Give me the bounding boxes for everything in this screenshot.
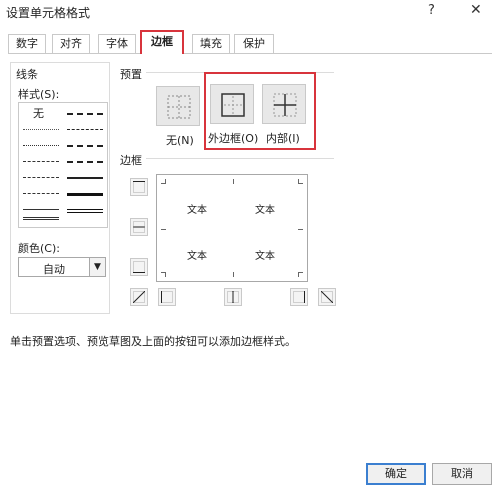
border-right-button[interactable] <box>290 288 308 306</box>
tab-strip: 数字 对齐 字体 边框 填充 保护 <box>8 30 488 54</box>
border-diagonal-down-icon <box>321 291 333 303</box>
preview-corner-mark <box>161 179 166 184</box>
preview-corner-mark <box>298 225 303 230</box>
line-style-list[interactable]: 无 <box>18 102 108 228</box>
line-style-hair[interactable] <box>23 129 59 130</box>
preview-corner-mark <box>298 179 303 184</box>
line-style-medium-dash-dot[interactable] <box>67 145 103 147</box>
tab-fill[interactable]: 填充 <box>192 34 230 54</box>
border-divider <box>146 158 334 159</box>
preset-none-label: 无(N) <box>166 134 194 147</box>
line-style-dashed[interactable] <box>23 193 59 194</box>
preview-text-top-right: 文本 <box>255 205 275 216</box>
border-bottom-button[interactable] <box>130 258 148 276</box>
preview-text-bottom-right: 文本 <box>255 251 275 262</box>
line-style-dash-dot[interactable] <box>23 177 59 178</box>
line-style-slant-dash-dot[interactable] <box>67 129 103 130</box>
chevron-down-icon[interactable]: ▼ <box>89 258 105 276</box>
dialog-title: 设置单元格格式 <box>6 6 91 20</box>
line-style-double[interactable] <box>67 209 103 213</box>
border-top-icon <box>133 181 145 193</box>
line-style-medium[interactable] <box>67 177 103 179</box>
preset-none-icon <box>167 95 191 119</box>
border-section-label: 边框 <box>120 154 142 167</box>
border-middle-horizontal-button[interactable] <box>130 218 148 236</box>
line-style-thin[interactable] <box>23 209 59 210</box>
title-bar: 设置单元格格式 ? ✕ <box>0 0 500 26</box>
preview-text-top-left: 文本 <box>187 205 207 216</box>
ok-button[interactable]: 确定 <box>366 463 426 485</box>
preset-none-button[interactable] <box>156 86 200 126</box>
border-left-icon <box>161 291 173 303</box>
line-color-label: 颜色(C): <box>18 242 60 255</box>
preview-corner-mark <box>161 272 166 277</box>
border-diagonal-down-button[interactable] <box>318 288 336 306</box>
presets-section-label: 预置 <box>120 68 142 81</box>
line-style-double-thin[interactable] <box>23 217 59 220</box>
line-style-dotted[interactable] <box>23 145 59 146</box>
preset-highlight-box <box>204 72 316 150</box>
tab-number[interactable]: 数字 <box>8 34 46 54</box>
line-style-dash-dot-dot[interactable] <box>23 161 59 162</box>
line-color-select[interactable]: 自动 ▼ <box>18 257 106 277</box>
line-style-thick[interactable] <box>67 193 103 196</box>
preview-corner-mark <box>161 225 166 230</box>
border-middle-vertical-icon <box>227 291 239 303</box>
line-section-label: 线条 <box>16 68 38 81</box>
preview-corner-mark <box>229 179 234 184</box>
border-right-icon <box>293 291 305 303</box>
preview-corner-mark <box>298 272 303 277</box>
tab-divider <box>8 53 492 54</box>
cancel-button[interactable]: 取消 <box>432 463 492 485</box>
line-style-none[interactable]: 无 <box>33 105 44 121</box>
preview-text-bottom-left: 文本 <box>187 251 207 262</box>
tab-border[interactable]: 边框 <box>140 30 184 54</box>
border-preview[interactable]: 文本 文本 文本 文本 <box>156 174 308 282</box>
hint-text: 单击预置选项、预览草图及上面的按钮可以添加边框样式。 <box>10 335 296 348</box>
border-diagonal-up-button[interactable] <box>130 288 148 306</box>
preview-corner-mark <box>229 272 234 277</box>
tab-protection[interactable]: 保护 <box>234 34 274 54</box>
line-style-label: 样式(S): <box>18 88 60 101</box>
border-top-button[interactable] <box>130 178 148 196</box>
border-left-button[interactable] <box>158 288 176 306</box>
border-middle-horizontal-icon <box>133 221 145 233</box>
line-color-value: 自动 <box>43 263 65 276</box>
line-style-medium-dashed[interactable] <box>67 161 103 163</box>
tab-font[interactable]: 字体 <box>98 34 136 54</box>
border-diagonal-up-icon <box>133 291 145 303</box>
line-style-medium-dash-dot-dot[interactable] <box>67 113 103 115</box>
close-icon[interactable]: ✕ <box>470 2 482 18</box>
border-middle-vertical-button[interactable] <box>224 288 242 306</box>
help-icon[interactable]: ? <box>428 3 435 18</box>
tab-alignment[interactable]: 对齐 <box>52 34 90 54</box>
border-bottom-icon <box>133 261 145 273</box>
